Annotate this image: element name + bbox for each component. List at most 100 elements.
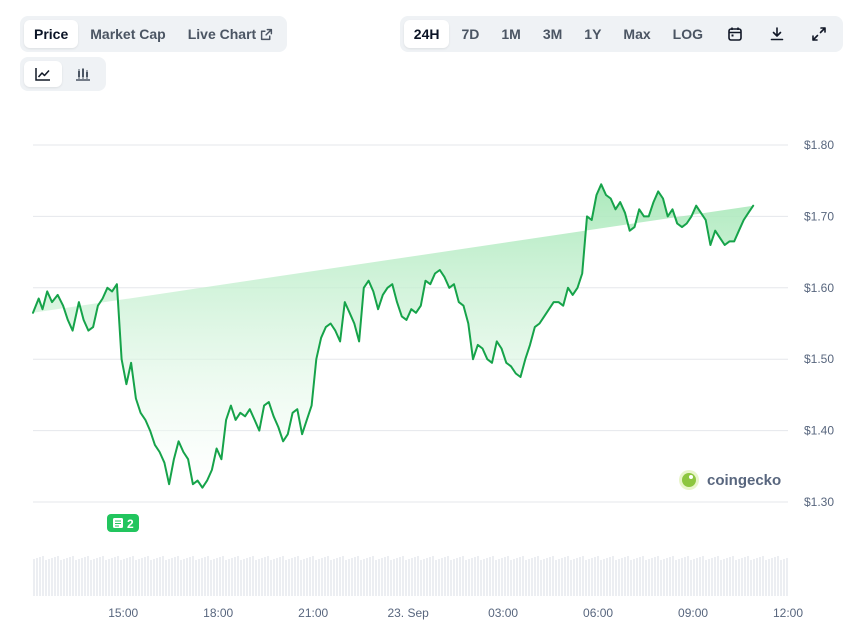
volume-bar (345, 560, 347, 596)
volume-bar (270, 560, 272, 596)
volume-bar (408, 559, 410, 596)
y-tick-label: $1.40 (804, 424, 834, 438)
volume-bar (192, 556, 194, 596)
volume-bar (297, 556, 299, 596)
volume-bar (567, 556, 569, 596)
volume-bar (588, 559, 590, 596)
volume-bar (441, 558, 443, 596)
volume-bar (438, 559, 440, 596)
volume-bar (672, 556, 674, 596)
volume-bar (486, 558, 488, 596)
volume-bar (159, 557, 161, 596)
y-tick-label: $1.70 (804, 209, 834, 223)
volume-bar (141, 558, 143, 596)
volume-bar (285, 560, 287, 596)
volume-bar (66, 558, 68, 596)
volume-bar (102, 556, 104, 596)
volume-bar (306, 558, 308, 596)
volume-bar (138, 559, 140, 596)
volume-bar (597, 556, 599, 596)
volume-bar (291, 558, 293, 596)
news-badge[interactable]: 2 (107, 514, 139, 532)
volume-bar (213, 559, 215, 596)
volume-bar (516, 558, 518, 596)
volume-bar (744, 557, 746, 596)
volume-bar (735, 560, 737, 596)
x-tick-label: 03:00 (488, 606, 518, 620)
volume-bar (327, 556, 329, 596)
volume-bar (225, 560, 227, 596)
volume-bar (354, 557, 356, 596)
volume-bar (756, 558, 758, 596)
volume-bar (669, 557, 671, 596)
volume-bar (60, 560, 62, 596)
price-chart[interactable]: $1.80 $1.70 $1.60 $1.50 $1.40 $1.30 15:00 18:0… (0, 0, 847, 638)
volume-bar (318, 559, 320, 596)
volume-bar (84, 557, 86, 596)
volume-bar (525, 560, 527, 596)
volume-bar (687, 556, 689, 596)
volume-bar (570, 560, 572, 596)
y-tick-label: $1.50 (804, 352, 834, 366)
volume-bar (708, 559, 710, 596)
volume-bar (402, 556, 404, 596)
volume-bar (105, 560, 107, 596)
volume-bar (120, 560, 122, 596)
volume-bar (546, 558, 548, 596)
volume-bar (684, 557, 686, 596)
y-tick-label: $1.60 (804, 281, 834, 295)
x-tick-label: 09:00 (678, 606, 708, 620)
volume-bar (747, 556, 749, 596)
volume-bar (108, 559, 110, 596)
volume-bar (174, 557, 176, 596)
volume-bar (609, 557, 611, 596)
volume-bar (240, 560, 242, 596)
volume-bar (636, 558, 638, 596)
volume-bar (75, 560, 77, 596)
volume-bar (711, 558, 713, 596)
volume-bar (249, 557, 251, 596)
volume-bar (87, 556, 89, 596)
volume-bar (702, 556, 704, 596)
volume-bar (390, 560, 392, 596)
volume-bar (585, 560, 587, 596)
volume-bar (48, 559, 50, 596)
volume-bar (177, 556, 179, 596)
volume-bar (339, 557, 341, 596)
volume-bar (594, 557, 596, 596)
volume-bars (33, 556, 788, 596)
volume-bar (189, 557, 191, 596)
volume-bar (54, 557, 56, 596)
volume-bar (444, 557, 446, 596)
volume-bar (492, 556, 494, 596)
volume-bar (234, 557, 236, 596)
volume-bar (363, 559, 365, 596)
volume-bar (432, 556, 434, 596)
coingecko-watermark: coingecko (679, 470, 781, 490)
volume-bar (603, 559, 605, 596)
volume-bar (300, 560, 302, 596)
volume-bar (228, 559, 230, 596)
volume-bar (147, 556, 149, 596)
volume-bar (333, 559, 335, 596)
volume-bar (51, 558, 53, 596)
volume-bar (336, 558, 338, 596)
volume-bar (705, 560, 707, 596)
volume-bar (579, 557, 581, 596)
volume-bar (576, 558, 578, 596)
volume-bar (57, 556, 59, 596)
volume-bar (429, 557, 431, 596)
volume-bar (783, 559, 785, 596)
volume-bar (114, 557, 116, 596)
volume-bar (153, 559, 155, 596)
volume-bar (690, 560, 692, 596)
x-tick-label: 18:00 (203, 606, 233, 620)
volume-bar (693, 559, 695, 596)
volume-bar (666, 558, 668, 596)
volume-bar (513, 559, 515, 596)
volume-bar (549, 557, 551, 596)
volume-bar (255, 560, 257, 596)
volume-bar (222, 556, 224, 596)
volume-bar (162, 556, 164, 596)
volume-bar (753, 559, 755, 596)
